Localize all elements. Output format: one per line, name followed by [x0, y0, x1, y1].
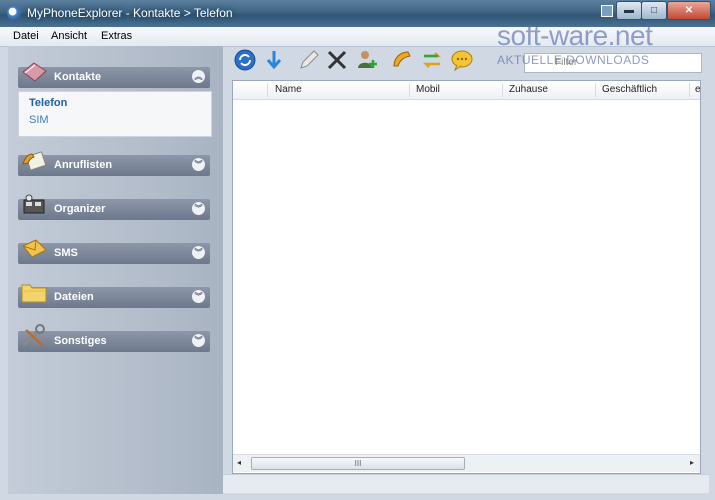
- expand-down-icon[interactable]: ︾: [192, 290, 205, 303]
- expand-down-icon[interactable]: ︾: [192, 202, 205, 215]
- group-kontakte-items: Telefon SIM: [18, 91, 212, 137]
- sidebar-item-telefon[interactable]: Telefon: [29, 97, 67, 109]
- refresh-icon[interactable]: [233, 48, 257, 72]
- expand-down-icon[interactable]: ︾: [192, 246, 205, 259]
- group-anruflisten[interactable]: Anruflisten ︾: [18, 151, 210, 176]
- expand-down-icon[interactable]: ︾: [192, 158, 205, 171]
- edit-icon[interactable]: [297, 48, 321, 72]
- sms-envelope-icon: [22, 239, 47, 258]
- folder-icon: [21, 284, 47, 303]
- column-separator[interactable]: [502, 83, 503, 97]
- column-mobil[interactable]: Mobil: [416, 84, 440, 95]
- column-separator[interactable]: [409, 83, 410, 97]
- organizer-icon: [23, 194, 45, 214]
- column-separator[interactable]: [267, 83, 268, 97]
- horizontal-scrollbar[interactable]: ◂ III ▸: [233, 454, 700, 472]
- group-label: Kontakte: [54, 71, 102, 83]
- minimize-button[interactable]: ▬: [616, 1, 642, 20]
- restore-small-icon: [601, 5, 613, 17]
- message-icon[interactable]: [450, 48, 474, 72]
- group-label: Organizer: [54, 203, 106, 215]
- scroll-right-icon[interactable]: ▸: [690, 458, 694, 467]
- column-geschaeftlich[interactable]: Geschäftlich: [602, 84, 657, 95]
- download-arrow-icon[interactable]: [262, 48, 286, 72]
- status-bar: [223, 474, 709, 493]
- scroll-left-icon[interactable]: ◂: [237, 458, 241, 467]
- group-label: SMS: [54, 247, 78, 259]
- list-header: Name Mobil Zuhause Geschäftlich e: [233, 81, 701, 100]
- delete-icon[interactable]: [325, 48, 349, 72]
- group-label: Anruflisten: [54, 159, 113, 171]
- call-list-icon: [22, 151, 47, 171]
- collapse-up-icon[interactable]: ︽: [192, 70, 205, 83]
- group-dateien[interactable]: Dateien ︾: [18, 284, 210, 308]
- close-button[interactable]: ✕: [667, 1, 711, 20]
- sidebar: Kontakte ︽ Telefon SIM Anruflisten ︾ Org…: [8, 46, 223, 494]
- call-icon[interactable]: [390, 48, 414, 72]
- watermark-tagline: AKTUELLE DOWNLOADS: [497, 53, 650, 67]
- column-name[interactable]: Name: [275, 84, 302, 95]
- column-separator[interactable]: [595, 83, 596, 97]
- column-zuhause[interactable]: Zuhause: [509, 84, 548, 95]
- group-kontakte[interactable]: Kontakte ︽: [18, 62, 210, 88]
- address-book-icon: [22, 62, 47, 82]
- group-label: Dateien: [54, 291, 94, 303]
- tools-icon: [22, 324, 45, 347]
- group-label: Sonstiges: [54, 335, 107, 347]
- maximize-button[interactable]: □: [641, 1, 667, 20]
- sidebar-item-sim[interactable]: SIM: [29, 114, 49, 126]
- menu-extras[interactable]: Extras: [101, 30, 132, 42]
- watermark-logo: soft-ware.net: [497, 20, 653, 51]
- expand-down-icon[interactable]: ︾: [192, 334, 205, 347]
- sync-icon[interactable]: [420, 48, 444, 72]
- add-contact-icon[interactable]: [355, 48, 379, 72]
- window-title: MyPhoneExplorer - Kontakte > Telefon: [27, 6, 233, 20]
- menu-datei[interactable]: Datei: [13, 30, 39, 42]
- column-email[interactable]: e: [695, 84, 701, 95]
- contacts-list[interactable]: Name Mobil Zuhause Geschäftlich e ◂ III …: [232, 80, 701, 474]
- group-sms[interactable]: SMS ︾: [18, 239, 210, 264]
- group-sonstiges[interactable]: Sonstiges ︾: [18, 324, 210, 352]
- group-organizer[interactable]: Organizer ︾: [18, 194, 210, 220]
- scroll-thumb[interactable]: III: [251, 457, 465, 470]
- menu-ansicht[interactable]: Ansicht: [51, 30, 87, 42]
- app-icon[interactable]: [7, 6, 21, 20]
- column-separator[interactable]: [689, 83, 690, 97]
